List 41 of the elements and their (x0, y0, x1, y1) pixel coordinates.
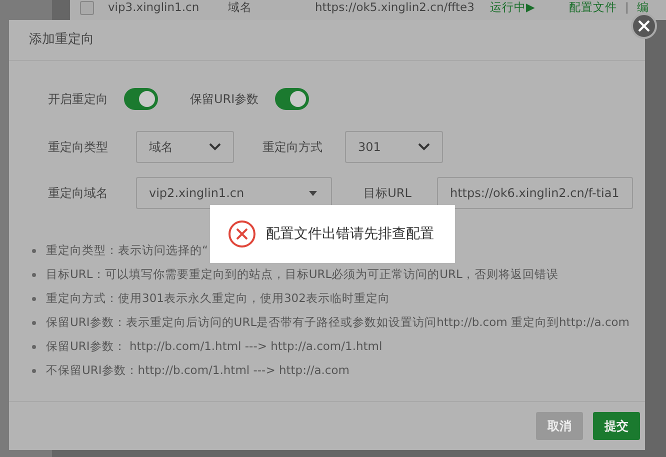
combo-box[interactable]: vip2.xinglin1.cn (136, 177, 332, 209)
note-text: 保留URI参数： http://b.com/1.html ---> http://a.com/1.html (46, 338, 382, 356)
bullet-icon (32, 369, 36, 373)
select-field[interactable]: 域名 (136, 131, 234, 163)
field-label: 重定向类型 (48, 139, 109, 156)
note-text: 不保留URI参数：http://b.com/1.html ---> http://a.com (46, 362, 350, 380)
cancel-button[interactable]: 取消 (536, 412, 583, 440)
field-label: 重定向域名 (48, 185, 109, 202)
submit-button[interactable]: 提交 (593, 412, 640, 440)
chevron-icon (418, 143, 430, 151)
table-cell-text: https://ok5.xinglin2.cn/ffte3 (315, 1, 476, 14)
chevron-icon (209, 143, 221, 151)
input-field[interactable]: https://ok6.xinglin2.cn/f-tia1 (437, 177, 633, 209)
note-text: 重定向方式：使用301表示永久重定向，使用302表示临时重定向 (46, 290, 390, 308)
separator: | (625, 1, 629, 14)
toggle-switch[interactable] (124, 88, 158, 110)
caret-icon (307, 189, 319, 197)
select-field[interactable]: 301 (345, 131, 443, 163)
note-text: 目标URL：可以填写你需要重定向到的站点，目标URL必须为可正常访问的URL，否则将返回错误 (46, 266, 558, 284)
status-text: 运行中▶ (490, 1, 536, 14)
close-icon (638, 20, 650, 32)
action-link[interactable]: 编 (636, 1, 649, 14)
toggle-switch[interactable] (274, 88, 309, 110)
bullet-icon (32, 345, 36, 349)
field-label: 保留URI参数 (190, 91, 259, 108)
field-label: 重定向方式 (262, 139, 324, 156)
table-cell-text: 域名 (228, 1, 253, 14)
note-text: 重定向类型：表示访问选择的“ (46, 242, 208, 260)
table-cell-text: vip3.xinglin1.cn (108, 1, 200, 14)
bullet-icon (32, 273, 36, 277)
bullet-icon (32, 297, 36, 301)
bullet-icon (32, 249, 36, 253)
bullet-icon (32, 321, 36, 325)
dialog-title: 添加重定向 (29, 31, 94, 50)
toast-message: 配置文件出错请先排查配置 (266, 224, 434, 244)
field-label: 目标URL (362, 185, 412, 202)
note-text: 保留URI参数：表示重定向后访问的URL是否带有子路径或参数如设置访问http://b.com 重定向到http://a.com (46, 314, 630, 332)
checkbox[interactable] (80, 1, 94, 15)
error-icon (228, 220, 256, 248)
action-link[interactable]: 配置文件 (569, 1, 617, 14)
field-label: 开启重定向 (48, 91, 108, 108)
